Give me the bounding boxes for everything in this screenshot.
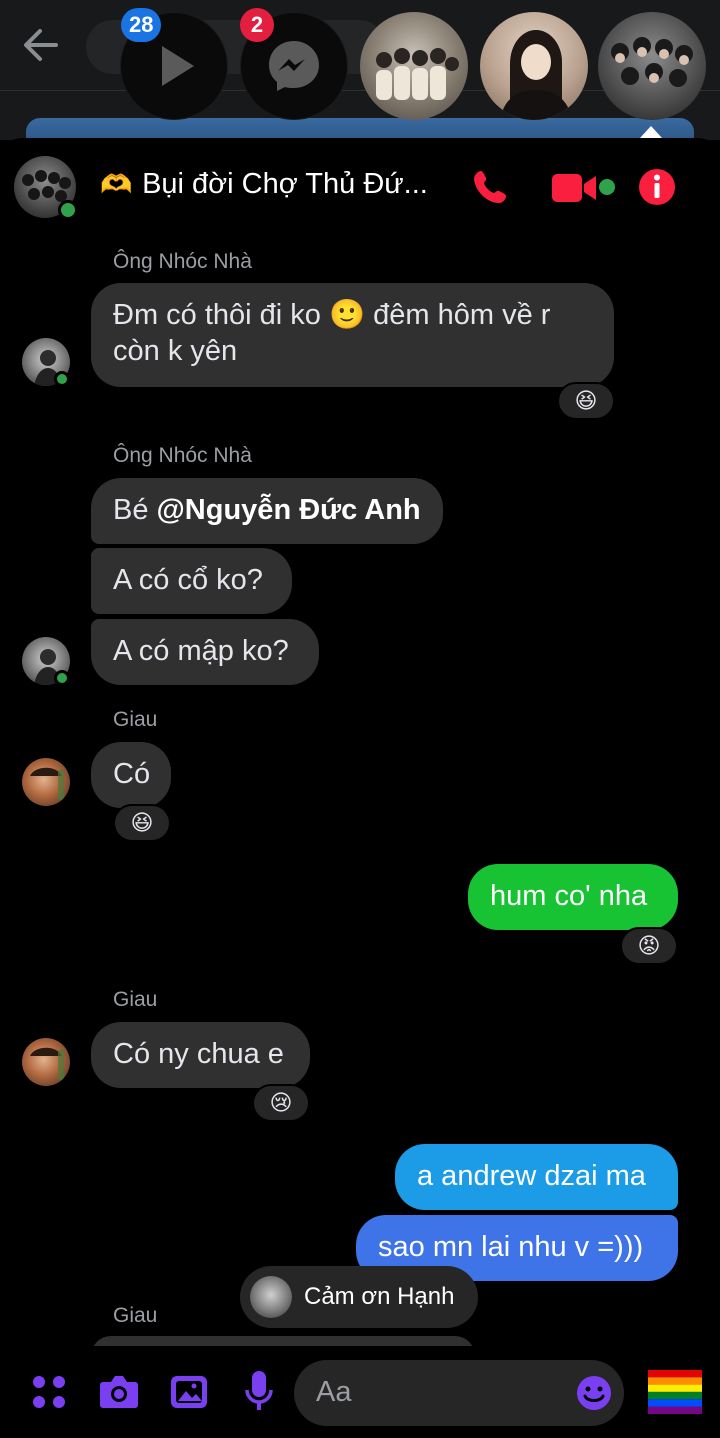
video-badge: 28 [121, 8, 162, 42]
incoming-message[interactable]: A có cổ ko? [91, 548, 292, 614]
sender-name: Ông Nhóc Nhà [113, 444, 252, 467]
play-icon [162, 46, 194, 86]
sender-avatar[interactable] [22, 758, 70, 806]
video-active-dot [599, 179, 615, 195]
microphone-icon[interactable] [245, 1370, 273, 1417]
messenger-icon [269, 41, 319, 91]
online-indicator [54, 371, 70, 387]
outgoing-message[interactable]: hum co' nha [468, 864, 678, 930]
incoming-message[interactable]: Bé @Nguyễn Đức Anh [91, 478, 443, 544]
person-chat-head[interactable] [480, 12, 588, 120]
sender-name: Giau [113, 1304, 158, 1327]
thanks-toast[interactable]: Cảm ơn Hạnh [240, 1266, 478, 1328]
group-chat-head-active[interactable] [598, 12, 706, 120]
incoming-message[interactable]: Có ny chua e [91, 1022, 310, 1088]
message-input-placeholder: Aa [316, 1376, 352, 1408]
incoming-message[interactable]: Đm có thôi đi ko 🙂 đêm hôm về r còn k yê… [91, 283, 614, 387]
phone-call-icon[interactable] [470, 168, 510, 213]
message-text: A có cổ ko? [113, 564, 263, 596]
reaction-laugh[interactable]: 😆 [113, 804, 171, 842]
video-call-icon[interactable] [552, 172, 598, 209]
reaction-cry[interactable]: 😢 [252, 1084, 310, 1122]
message-text: A có mập ko? [113, 635, 289, 667]
message-text: Bé [113, 494, 157, 526]
sender-name: Giau [113, 988, 158, 1011]
message-text: Có ny chua e [113, 1038, 284, 1070]
mention-link[interactable]: @Nguyễn Đức Anh [157, 494, 421, 526]
toast-avatar [250, 1276, 292, 1318]
outgoing-message[interactable]: a andrew dzai ma [395, 1144, 678, 1210]
incoming-message[interactable]: A có mập ko? [91, 619, 319, 685]
apps-grid-icon[interactable] [31, 1374, 67, 1415]
gallery-icon[interactable] [170, 1374, 208, 1415]
group-photo-chat-head[interactable] [360, 12, 468, 120]
rainbow-flag-icon[interactable] [648, 1370, 702, 1419]
message-text: hum co' nha [490, 880, 648, 912]
sender-name: Ông Nhóc Nhà [113, 250, 252, 273]
online-indicator [54, 670, 70, 686]
info-icon[interactable] [638, 168, 676, 211]
conversation-title[interactable]: 🫶 Bụi đời Chợ Thủ Đứ... [100, 168, 428, 201]
sender-name: Giau [113, 708, 158, 731]
sender-avatar[interactable] [22, 1038, 70, 1086]
emoji-icon[interactable] [576, 1375, 612, 1416]
message-text: a andrew dzai ma [417, 1160, 646, 1192]
messenger-badge: 2 [240, 8, 274, 42]
active-head-indicator [640, 126, 662, 138]
reaction-laugh[interactable]: 😆 [557, 382, 615, 420]
heart-hands-emoji: 🫶 [100, 169, 133, 199]
message-text: Có [113, 758, 151, 790]
message-text: sao mn lai nhu v =))) [378, 1231, 644, 1263]
reaction-angry[interactable]: 😡 [620, 927, 678, 965]
conversation-title-text: Bụi đời Chợ Thủ Đứ... [142, 168, 428, 200]
message-line: Đm có thôi đi ko 🙂 đêm hôm về r [113, 299, 551, 331]
message-line: còn k yên [113, 335, 238, 367]
camera-icon[interactable] [99, 1374, 139, 1415]
toast-text: Cảm ơn Hạnh [304, 1283, 455, 1310]
incoming-message[interactable]: Có [91, 742, 171, 808]
back-arrow-icon[interactable] [18, 22, 64, 68]
online-indicator [58, 200, 78, 220]
